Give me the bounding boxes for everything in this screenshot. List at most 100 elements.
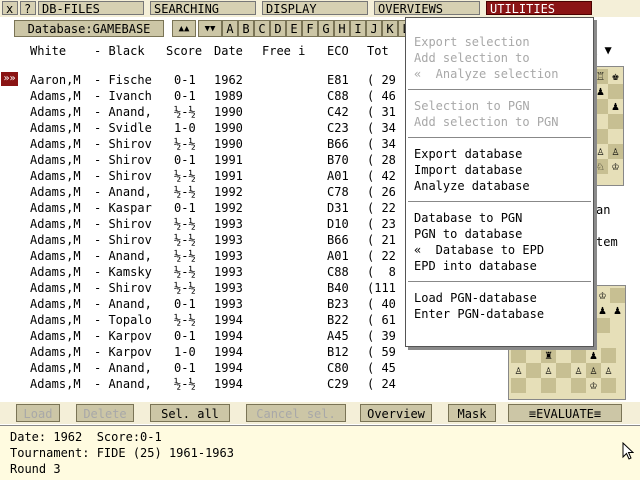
cell-date: 1991 (214, 153, 243, 167)
menu-item-database-to-pgn[interactable]: Database to PGN (414, 211, 522, 226)
table-row[interactable]: Adams,M - Karpov 1-0 1994 B12 ( 59 (0, 344, 420, 360)
letter-c-button[interactable]: C (254, 20, 270, 37)
table-row[interactable]: Adams,M - Anand, ½-½ 1992 C78 ( 26 (0, 184, 420, 200)
letter-e-button[interactable]: E (286, 20, 302, 37)
board-square: ♟ (598, 303, 607, 317)
table-row[interactable]: Adams,M - Ivanch 0-1 1989 C88 ( 46 (0, 88, 420, 104)
table-row[interactable]: Adams,M - Topalo ½-½ 1994 B22 ( 61 (0, 312, 420, 328)
column-date[interactable]: Date (214, 44, 243, 58)
menu-item-load-pgn-database[interactable]: Load PGN-database (414, 291, 537, 306)
close-button[interactable]: x (2, 1, 18, 16)
board-square: ♙ (608, 144, 623, 159)
letter-a-button[interactable]: A (222, 20, 238, 37)
menu-item-pgn-to-database[interactable]: PGN to database (414, 227, 522, 242)
cell-eco: C78 (327, 185, 349, 199)
overview-button[interactable]: Overview (360, 404, 432, 422)
cell-eco: B70 (327, 153, 349, 167)
menu-item-analyze-database[interactable]: Analyze database (414, 179, 530, 194)
table-row[interactable]: Adams,M - Anand, ½-½ 1990 C42 ( 31 (0, 104, 420, 120)
cell-score: ½-½ (174, 377, 196, 391)
info-round: Round 3 (10, 462, 61, 476)
menu-item-epd-into-database[interactable]: EPD into database (414, 259, 537, 274)
table-row[interactable]: Adams,M - Anand, 0-1 1994 C80 ( 45 (0, 360, 420, 376)
letter-g-button[interactable]: G (318, 20, 334, 37)
menu-item-database-to-epd[interactable]: « Database to EPD (414, 243, 544, 258)
cell-black: - Shirov (94, 137, 152, 151)
table-row[interactable]: Adams,M - Shirov ½-½ 1993 D10 ( 23 (0, 216, 420, 232)
table-row[interactable]: Adams,M - Kaspar 0-1 1992 D31 ( 22 (0, 200, 420, 216)
column-black[interactable]: - Black (94, 44, 145, 58)
scroll-down-button[interactable]: ▼▼ (198, 20, 222, 37)
delete-button[interactable]: Delete (76, 404, 134, 422)
table-row[interactable]: Adams,M - Anand, ½-½ 1993 A01 ( 22 (0, 248, 420, 264)
game-info-pane: Date: 1962 Score:0-1 Tournament: FIDE (2… (0, 425, 640, 480)
letter-f-button[interactable]: F (302, 20, 318, 37)
table-row[interactable]: Adams,M - Kamsky ½-½ 1993 C88 ( 8 (0, 264, 420, 280)
table-row[interactable]: Adams,M - Shirov ½-½ 1991 A01 ( 42 (0, 168, 420, 184)
cell-score: ½-½ (174, 233, 196, 247)
cell-black: - Shirov (94, 169, 152, 183)
mask-button[interactable]: Mask (448, 404, 496, 422)
menu-searching[interactable]: SEARCHING (150, 1, 256, 16)
cell-score: 0-1 (174, 361, 196, 375)
board-square: ♟ (613, 303, 622, 317)
cell-date: 1989 (214, 89, 243, 103)
cancel-selection-button[interactable]: Cancel sel. (246, 404, 346, 422)
board-square (593, 129, 608, 144)
menu-item-export-selection[interactable]: Export selection (414, 35, 530, 50)
utilities-dropdown: Export selection Add selection to « Anal… (405, 17, 594, 347)
column-score[interactable]: Score (166, 44, 202, 58)
cell-score: 0-1 (174, 89, 196, 103)
cell-eco: C80 (327, 361, 349, 375)
menu-item-add-selection-to[interactable]: Add selection to (414, 51, 530, 66)
table-row[interactable]: Aaron,M - Fische 0-1 1962 E81 ( 29 (0, 72, 420, 88)
cell-date: 1992 (214, 201, 243, 215)
letter-k-button[interactable]: K (382, 20, 398, 37)
table-row[interactable]: Adams,M - Shirov ½-½ 1990 B66 ( 34 (0, 136, 420, 152)
letter-d-button[interactable]: D (270, 20, 286, 37)
board-square (511, 378, 526, 393)
cell-eco: C88 (327, 265, 349, 279)
column-free[interactable]: Free i (262, 44, 305, 58)
column-white[interactable]: White (30, 44, 66, 58)
letter-h-button[interactable]: H (334, 20, 350, 37)
letter-j-button[interactable]: J (366, 20, 382, 37)
select-all-button[interactable]: Sel. all (150, 404, 230, 422)
column-tot[interactable]: Tot (367, 44, 389, 58)
menu-item-import-database[interactable]: Import database (414, 163, 522, 178)
cell-tot: ( 34 (367, 137, 396, 151)
scroll-up-button[interactable]: ▲▲ (172, 20, 196, 37)
menu-utilities[interactable]: UTILITIES (486, 1, 592, 16)
column-eco[interactable]: ECO (327, 44, 349, 58)
table-row[interactable]: Adams,M - Shirov ½-½ 1993 B40 (111 (0, 280, 420, 296)
cell-black: - Anand, (94, 361, 152, 375)
cell-tot: ( 45 (367, 361, 396, 375)
table-row[interactable]: Adams,M - Anand, 0-1 1993 B23 ( 40 (0, 296, 420, 312)
cell-score: 1-0 (174, 121, 196, 135)
evaluate-button[interactable]: ≡EVALUATE≡ (508, 404, 622, 422)
cell-eco: B23 (327, 297, 349, 311)
menu-item-analyze-selection[interactable]: « Analyze selection (414, 67, 559, 82)
letter-b-button[interactable]: B (238, 20, 254, 37)
board-square (608, 84, 623, 99)
menu-item-enter-pgn-database[interactable]: Enter PGN-database (414, 307, 544, 322)
database-selector[interactable]: Database:GAMEBASE (14, 20, 164, 37)
table-row[interactable]: Adams,M - Karpov 0-1 1994 A45 ( 39 (0, 328, 420, 344)
table-row[interactable]: Adams,M - Anand, ½-½ 1994 C29 ( 24 (0, 376, 420, 392)
table-row[interactable]: Adams,M - Shirov 0-1 1991 B70 ( 28 (0, 152, 420, 168)
table-row[interactable]: Adams,M - Shirov ½-½ 1993 B66 ( 21 (0, 232, 420, 248)
menu-item-export-database[interactable]: Export database (414, 147, 522, 162)
help-button[interactable]: ? (20, 1, 36, 16)
menu-item-selection-to-pgn[interactable]: Selection to PGN (414, 99, 530, 114)
cell-white: Adams,M (30, 329, 81, 343)
cell-date: 1993 (214, 217, 243, 231)
cell-eco: C29 (327, 377, 349, 391)
menu-item-add-selection-to-pgn[interactable]: Add selection to PGN (414, 115, 559, 130)
load-button[interactable]: Load (16, 404, 60, 422)
cell-date: 1993 (214, 233, 243, 247)
menu-db-files[interactable]: DB-FILES (38, 1, 144, 16)
menu-display[interactable]: DISPLAY (262, 1, 368, 16)
table-row[interactable]: Adams,M - Svidle 1-0 1990 C23 ( 34 (0, 120, 420, 136)
menu-overviews[interactable]: OVERVIEWS (374, 1, 480, 16)
letter-i-button[interactable]: I (350, 20, 366, 37)
